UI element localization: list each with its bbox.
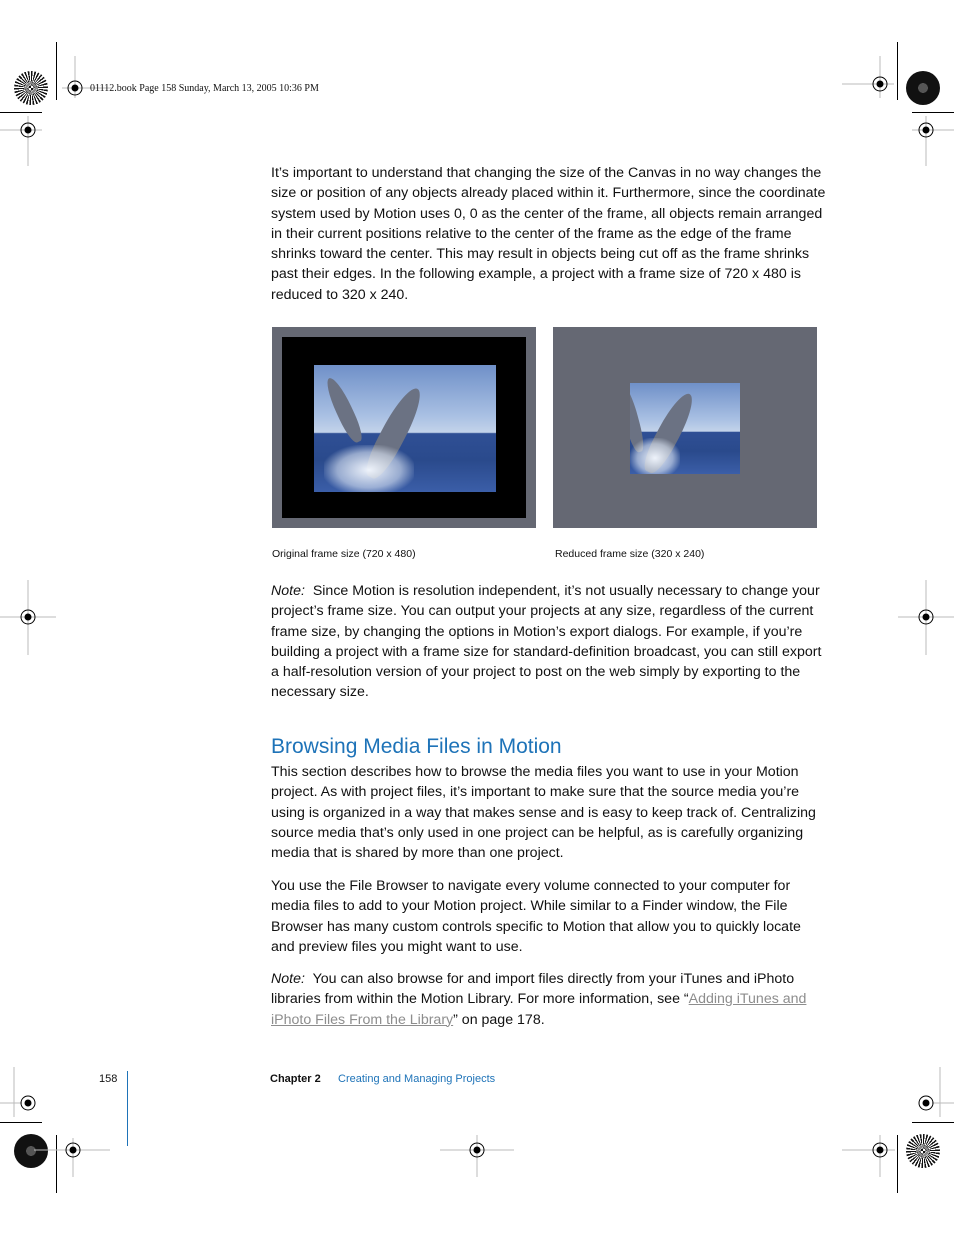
- dolphin-photo-cropped: [630, 383, 740, 474]
- section-text-2: You use the File Browser to navigate eve…: [271, 878, 801, 955]
- water-splash: [324, 445, 414, 492]
- canvas-frame-black: [282, 337, 526, 518]
- figure-caption-original: Original frame size (720 x 480): [272, 548, 416, 560]
- note-label: Note:: [271, 583, 305, 599]
- figure-caption-reduced: Reduced frame size (320 x 240): [555, 548, 705, 560]
- note-text-after: ” on page 178.: [453, 1011, 545, 1028]
- section-paragraph-2: You use the File Browser to navigate eve…: [271, 876, 827, 957]
- footer-chapter-title: Creating and Managing Projects: [338, 1073, 496, 1085]
- figure-reduced-frame: [553, 327, 817, 528]
- print-slug: 01112.book Page 158 Sunday, March 13, 20…: [90, 83, 319, 94]
- page-number: 158: [99, 1073, 118, 1085]
- dolphin-shape: [321, 374, 367, 446]
- note-label: Note:: [271, 971, 305, 987]
- dolphin-photo: [314, 365, 496, 492]
- footer-rule: [127, 1071, 128, 1146]
- figure-original-frame: [272, 327, 536, 528]
- footer-chapter-label: Chapter 2: [270, 1073, 321, 1085]
- intro-paragraph: It’s important to understand that changi…: [271, 163, 827, 305]
- note-text: Since Motion is resolution independent, …: [271, 583, 822, 701]
- water-splash: [630, 438, 680, 474]
- section-heading: Browsing Media Files in Motion: [271, 735, 562, 758]
- section-paragraph-1: This section describes how to browse the…: [271, 762, 827, 863]
- section-text-1: This section describes how to browse the…: [271, 764, 816, 862]
- note-paragraph-2: Note: You can also browse for and import…: [271, 969, 827, 1030]
- note-paragraph: Note: Since Motion is resolution indepen…: [271, 581, 827, 703]
- intro-text: It’s important to understand that changi…: [271, 165, 826, 303]
